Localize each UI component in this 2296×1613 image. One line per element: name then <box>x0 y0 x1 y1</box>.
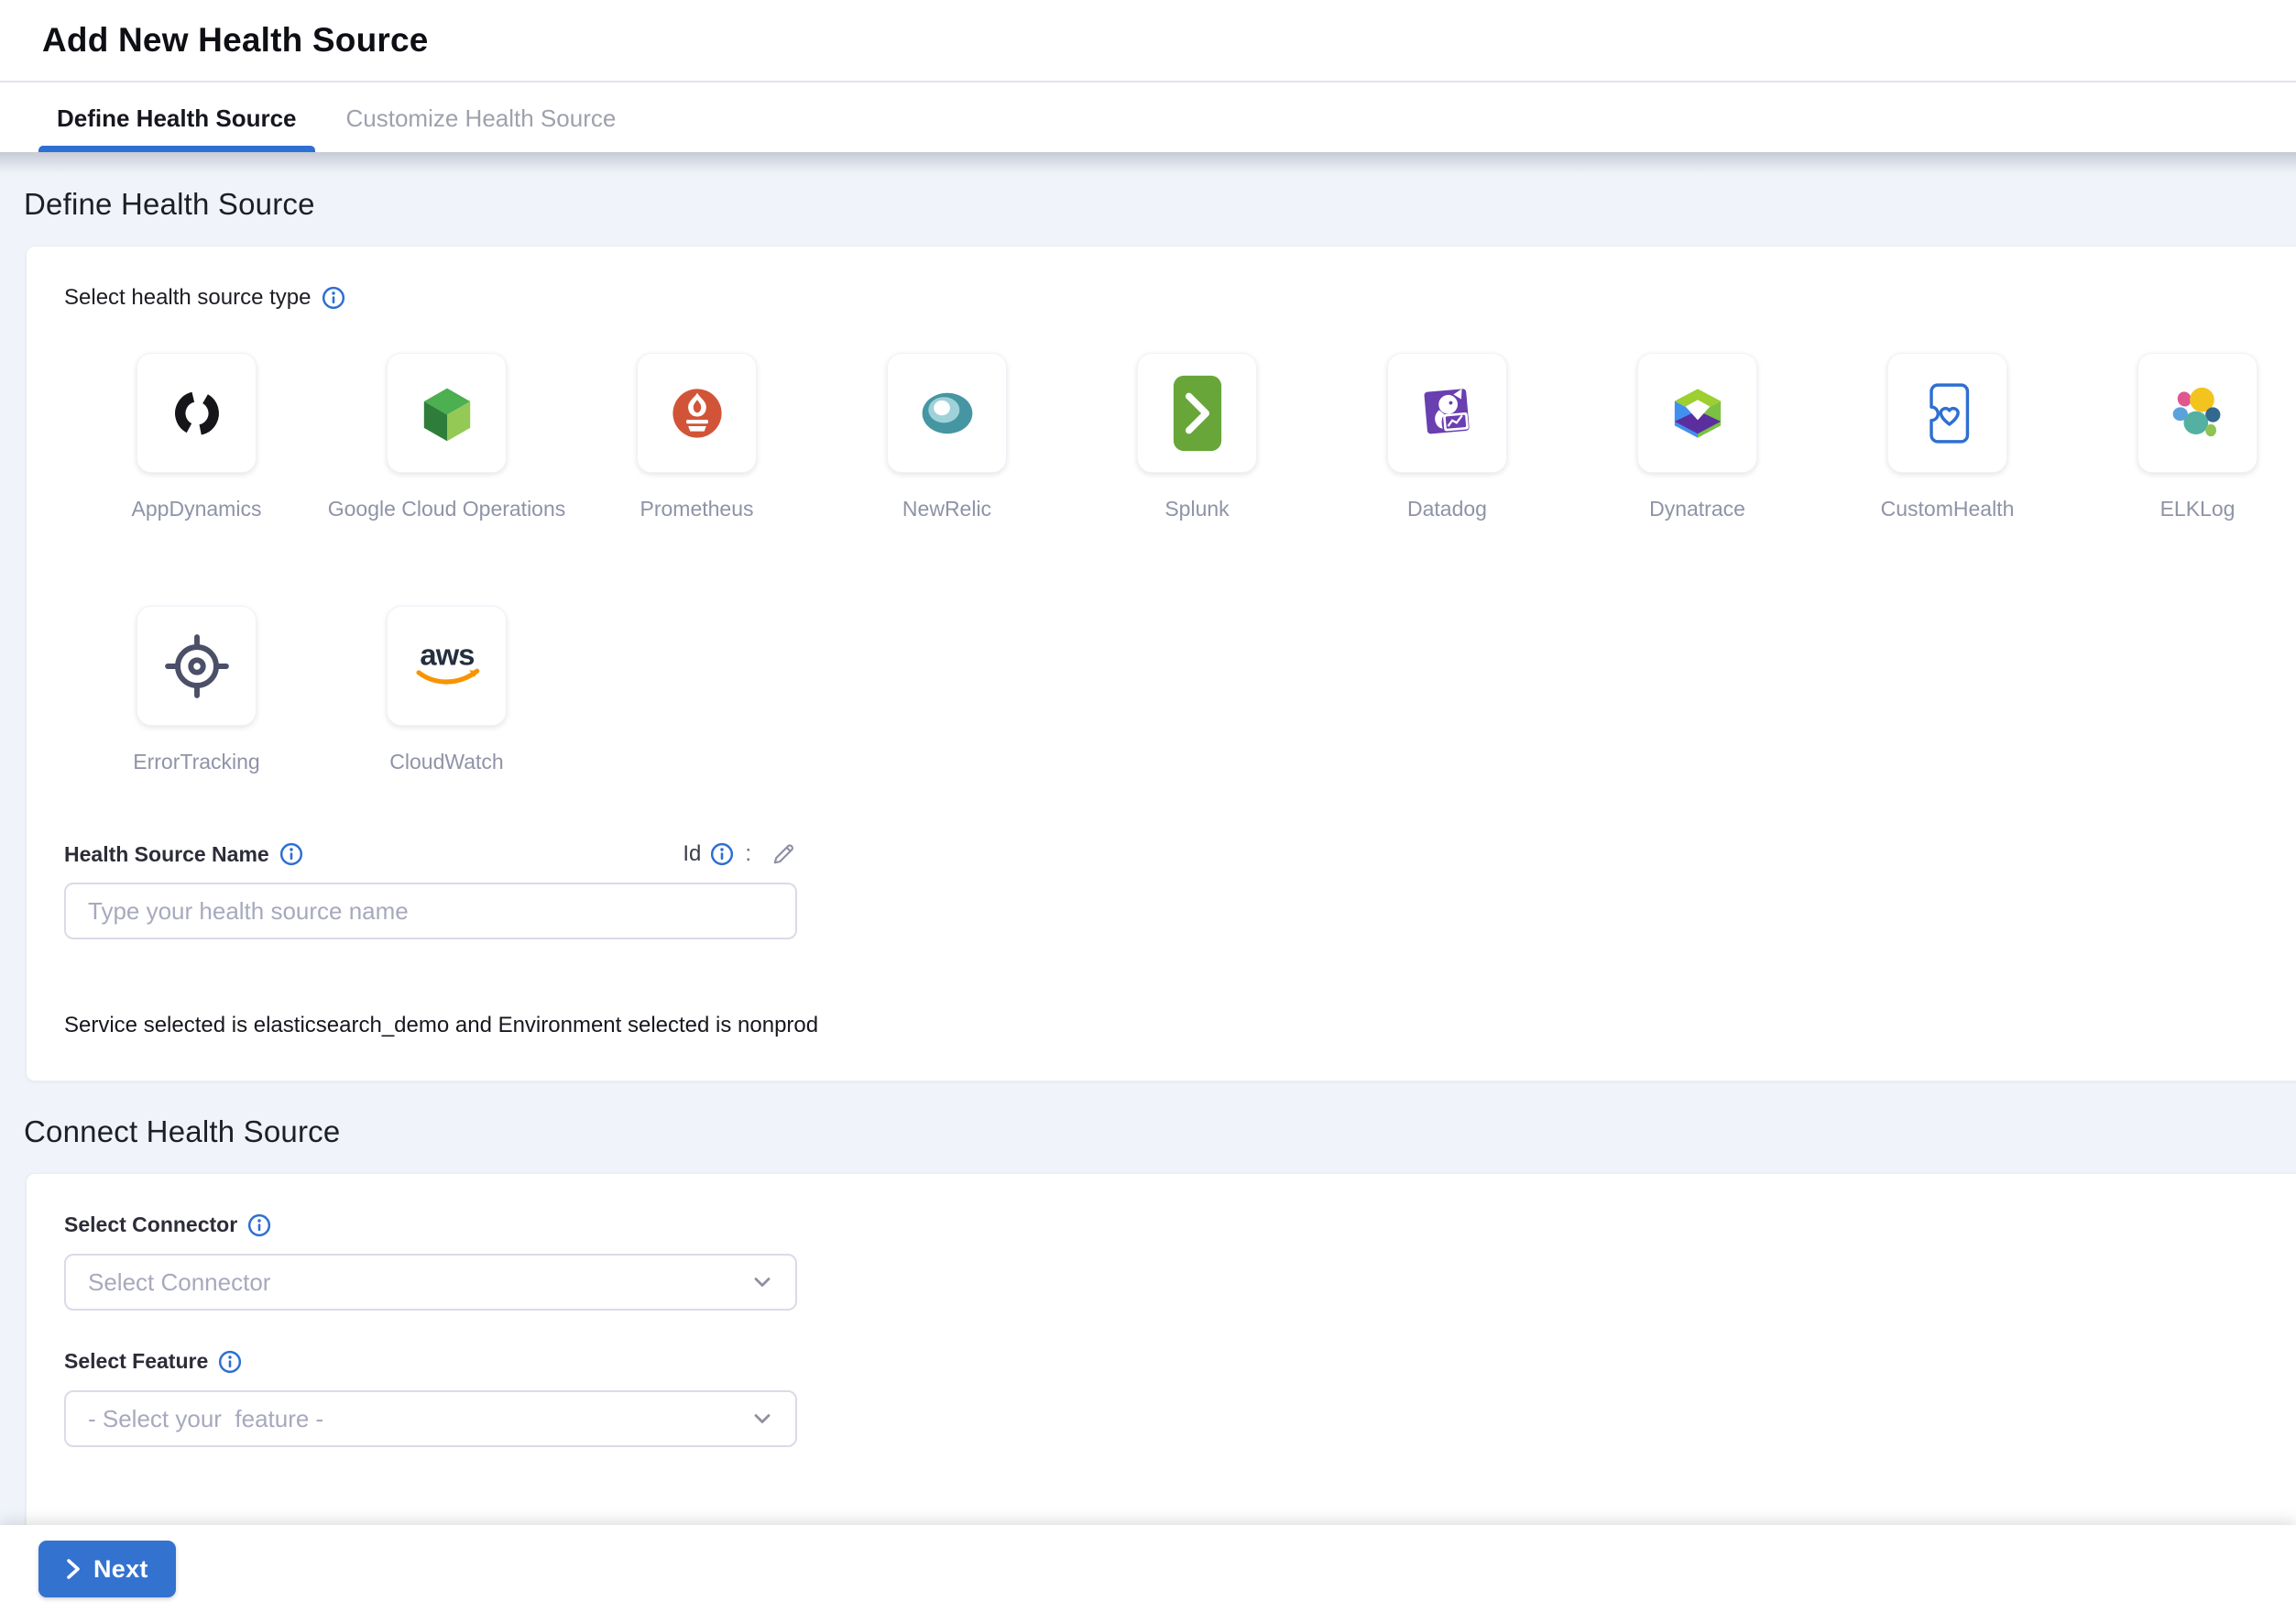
source-type-label: Select health source type <box>64 285 312 311</box>
health-source-tile-elklog[interactable] <box>2137 353 2258 473</box>
pencil-icon <box>770 840 797 868</box>
health-source-grid-row-1: AppDynamics Google Cloud Operations Prom… <box>64 353 2275 521</box>
health-source-option-elklog: ELKLog <box>2137 353 2258 521</box>
dialog-footer: Next <box>0 1525 2296 1613</box>
health-source-tile-label: AppDynamics <box>132 497 262 521</box>
feature-select[interactable]: - Select your feature - <box>64 1390 797 1447</box>
health-source-option-google-cloud-operations: Google Cloud Operations <box>387 353 507 521</box>
connector-select[interactable]: Select Connector <box>64 1254 797 1311</box>
select-connector-label: Select Connector <box>64 1212 237 1237</box>
health-source-tile-label: Google Cloud Operations <box>328 497 566 521</box>
customhealth-logo-icon <box>1919 380 1976 446</box>
appdynamics-logo-icon <box>162 379 232 448</box>
health-source-option-datadog: Datadog <box>1387 353 1507 521</box>
health-source-option-cloudwatch: aws CloudWatch <box>387 606 507 774</box>
connect-health-source-card: Select Connector Select Connector Select… <box>26 1173 2296 1567</box>
health-source-tile-errortracking[interactable] <box>137 606 257 726</box>
health-source-tile-label: Prometheus <box>640 497 753 521</box>
datadog-logo-icon <box>1414 379 1481 447</box>
cloudwatch-aws-logo-icon: aws <box>408 638 487 695</box>
connect-section-heading: Connect Health Source <box>24 1114 2296 1149</box>
health-source-tile-dynatrace[interactable] <box>1637 353 1757 473</box>
chevron-down-icon <box>749 1406 775 1432</box>
info-icon[interactable] <box>218 1350 242 1374</box>
select-connector-label-row: Select Connector <box>64 1212 2275 1237</box>
connector-select-placeholder: Select Connector <box>88 1268 270 1297</box>
info-circle-icon <box>247 1213 271 1237</box>
health-source-tile-customhealth[interactable] <box>1887 353 2007 473</box>
info-icon[interactable] <box>247 1213 271 1237</box>
health-source-option-newrelic: NewRelic <box>887 353 1007 521</box>
info-circle-icon <box>710 842 734 866</box>
select-feature-label-row: Select Feature <box>64 1349 2275 1374</box>
source-type-label-row: Select health source type <box>64 285 2275 311</box>
dynatrace-logo-icon <box>1664 379 1732 447</box>
health-source-tile-label: ELKLog <box>2160 497 2236 521</box>
name-id-row: Health Source Name Id : <box>64 840 797 868</box>
info-icon[interactable] <box>322 286 345 310</box>
feature-select-placeholder: - Select your feature - <box>88 1405 323 1433</box>
health-source-tile-datadog[interactable] <box>1387 353 1507 473</box>
chevron-down-icon <box>749 1406 775 1432</box>
select-feature-label: Select Feature <box>64 1349 208 1374</box>
health-source-tile-label: Dynatrace <box>1649 497 1745 521</box>
health-source-name-label: Health Source Name <box>64 842 269 867</box>
health-source-tile-label: Splunk <box>1164 497 1229 521</box>
health-source-tile-cloudwatch[interactable]: aws <box>387 606 507 726</box>
google-cloud-operations-logo-icon <box>414 380 480 446</box>
edit-id-pencil-icon[interactable] <box>770 840 797 868</box>
add-health-source-dialog: Add New Health Source Define Health Sour… <box>0 0 2296 1613</box>
health-source-tile-label: Datadog <box>1407 497 1487 521</box>
page-title: Add New Health Source <box>42 21 429 60</box>
service-environment-note: Service selected is elasticsearch_demo a… <box>64 1013 2275 1038</box>
health-source-tile-label: NewRelic <box>902 497 991 521</box>
id-label: Id <box>683 841 701 867</box>
health-source-name-label-row: Health Source Name <box>64 842 303 867</box>
info-circle-icon <box>218 1350 242 1374</box>
define-health-source-card: Select health source type AppDynamics Go… <box>26 246 2296 1081</box>
tab-customize-health-source[interactable]: Customize Health Source <box>328 84 635 152</box>
tab-define-health-source[interactable]: Define Health Source <box>38 84 315 152</box>
splunk-logo-icon <box>1172 374 1223 453</box>
id-group: Id : <box>683 840 797 868</box>
define-section-heading: Define Health Source <box>24 187 2296 222</box>
svg-text:aws: aws <box>420 638 474 671</box>
newrelic-logo-icon <box>913 384 981 443</box>
health-source-option-customhealth: CustomHealth <box>1887 353 2007 521</box>
dialog-body: Define Health Source Select health sourc… <box>0 152 2296 1613</box>
chevron-down-icon <box>749 1269 775 1295</box>
health-source-tile-prometheus[interactable] <box>637 353 757 473</box>
info-icon[interactable] <box>710 842 734 866</box>
health-source-grid-row-2: ErrorTracking aws CloudWatch <box>64 606 2275 774</box>
elklog-elastic-logo-icon <box>2164 379 2232 447</box>
info-circle-icon <box>322 286 345 310</box>
tab-bar: Define Health Source Customize Health So… <box>0 84 2296 152</box>
health-source-option-appdynamics: AppDynamics <box>137 353 257 521</box>
health-source-tile-newrelic[interactable] <box>887 353 1007 473</box>
health-source-tile-label: CloudWatch <box>389 750 503 774</box>
errortracking-logo-icon <box>159 628 235 705</box>
prometheus-logo-icon <box>665 381 729 445</box>
health-source-tile-label: ErrorTracking <box>133 750 259 774</box>
health-source-option-errortracking: ErrorTracking <box>137 606 257 774</box>
health-source-tile-splunk[interactable] <box>1137 353 1257 473</box>
chevron-right-icon <box>66 1558 82 1580</box>
info-icon[interactable] <box>279 842 303 866</box>
id-separator: : <box>745 841 751 867</box>
health-source-tile-appdynamics[interactable] <box>137 353 257 473</box>
health-source-option-dynatrace: Dynatrace <box>1637 353 1757 521</box>
dialog-header: Add New Health Source <box>0 0 2296 82</box>
health-source-tile-label: CustomHealth <box>1881 497 2015 521</box>
next-button[interactable]: Next <box>38 1541 176 1597</box>
chevron-down-icon <box>749 1269 775 1295</box>
health-source-option-splunk: Splunk <box>1137 353 1257 521</box>
info-circle-icon <box>279 842 303 866</box>
health-source-option-prometheus: Prometheus <box>637 353 757 521</box>
health-source-tile-google-cloud-operations[interactable] <box>387 353 507 473</box>
health-source-name-input[interactable] <box>64 883 797 939</box>
